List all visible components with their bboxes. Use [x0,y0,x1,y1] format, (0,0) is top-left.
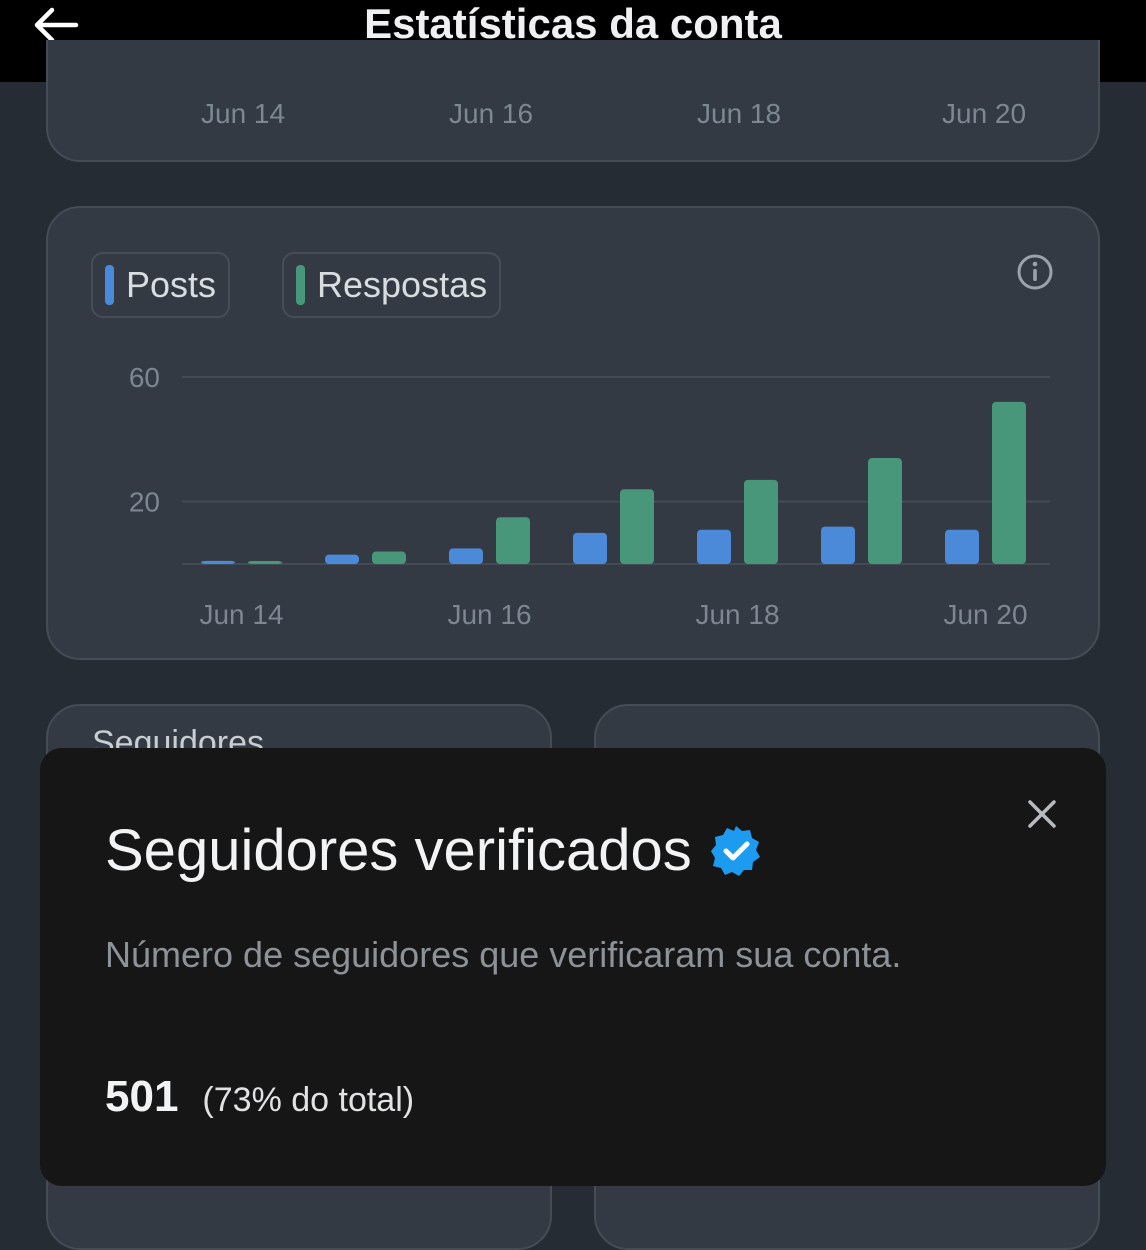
bar-respostas [744,479,778,564]
bar-respostas [620,489,654,564]
bar-posts [697,529,731,564]
bar-respostas [496,517,530,564]
bar-posts [945,529,979,564]
verified-percent: (73% do total) [202,1081,415,1119]
bar-posts [201,560,235,564]
sheet-stat: 501 (73% do total) [105,1072,414,1122]
bar-respostas [992,401,1026,564]
bar-respostas [248,561,282,564]
bar-respostas [868,458,902,564]
x-tick-label: Jun 14 [199,599,283,630]
bar-posts [449,548,483,564]
x-tick-label: Jun 18 [695,599,779,630]
sheet-title: Seguidores verificados [105,816,764,886]
close-icon[interactable] [1018,790,1066,838]
verified-count: 501 [105,1072,179,1121]
x-tick-label: Jun 20 [943,599,1027,630]
sheet-description: Número de seguidores que verificaram sua… [105,934,902,975]
y-tick-label: 20 [129,487,160,518]
x-tick-label: Jun 16 [447,599,531,630]
verified-badge-icon [710,826,760,876]
bar-posts [573,532,607,564]
sheet-title-text: Seguidores verificados [105,818,692,883]
bar-chart: 60 20 Jun 14 Jun 16 Jun 18 Jun 20 [129,362,1050,630]
bar-respostas [372,551,406,564]
y-tick-label: 60 [129,362,160,393]
bar-posts [821,526,855,564]
bar-posts [325,554,359,564]
